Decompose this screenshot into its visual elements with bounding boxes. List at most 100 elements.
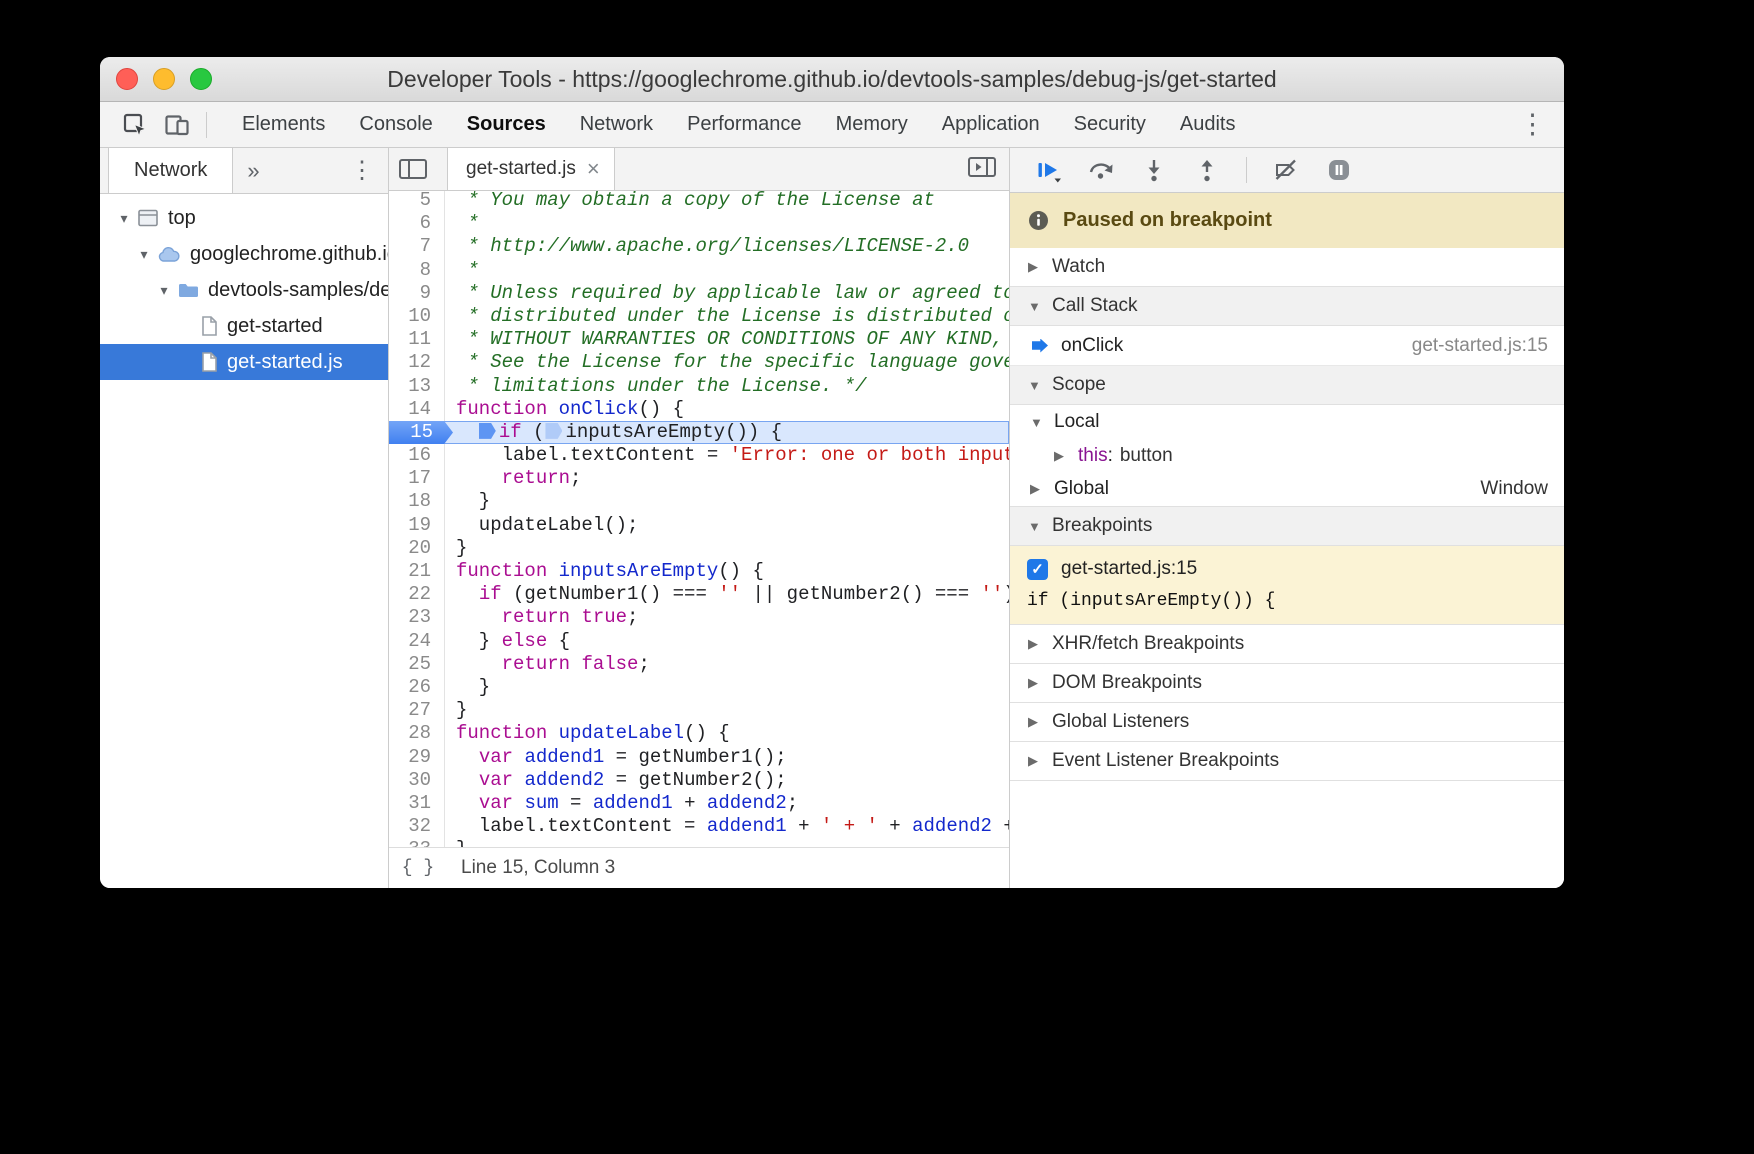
line-number-7[interactable]: 7 — [389, 235, 444, 258]
toggle-navigator-icon[interactable] — [389, 148, 437, 190]
line-number-14[interactable]: 14 — [389, 398, 444, 421]
code-line-7[interactable]: 7 * http://www.apache.org/licenses/LICEN… — [389, 235, 1009, 258]
line-number-31[interactable]: 31 — [389, 792, 444, 815]
breakpoint-entry[interactable]: ✓ get-started.js:15 if (inputsAreEmpty()… — [1010, 546, 1564, 625]
deactivate-breakpoints-icon[interactable] — [1272, 156, 1300, 184]
chevron-right-icon[interactable]: ▶ — [1028, 753, 1052, 769]
chevron-down-icon[interactable]: ▼ — [1030, 415, 1054, 430]
line-number-15[interactable]: 15 — [389, 421, 453, 444]
line-number-27[interactable]: 27 — [389, 699, 444, 722]
chevron-right-icon[interactable]: ▶ — [1054, 448, 1078, 464]
minimize-window-button[interactable] — [153, 68, 175, 90]
resume-script-icon[interactable] — [1034, 156, 1062, 184]
chevron-down-icon[interactable]: ▾ — [134, 246, 154, 263]
code-line-28[interactable]: 28function updateLabel() { — [389, 722, 1009, 745]
code-line-29[interactable]: 29 var addend1 = getNumber1(); — [389, 746, 1009, 769]
close-icon[interactable]: × — [587, 156, 600, 182]
inspect-element-icon[interactable] — [114, 106, 156, 144]
chevron-down-icon[interactable]: ▼ — [1028, 378, 1052, 393]
chevron-right-icon[interactable]: ▶ — [1030, 481, 1054, 497]
code-line-25[interactable]: 25 return false; — [389, 653, 1009, 676]
line-number-11[interactable]: 11 — [389, 328, 444, 351]
code-line-23[interactable]: 23 return true; — [389, 606, 1009, 629]
code-line-14[interactable]: 14function onClick() { — [389, 398, 1009, 421]
code-line-26[interactable]: 26 } — [389, 676, 1009, 699]
code-line-20[interactable]: 20} — [389, 537, 1009, 560]
panel-tab-security[interactable]: Security — [1057, 102, 1163, 147]
scope-global-group[interactable]: ▶ Global Window — [1010, 472, 1564, 506]
chevron-down-icon[interactable]: ▾ — [114, 210, 134, 227]
inline-breakpoint-marker[interactable] — [545, 423, 562, 439]
tree-item-get-started[interactable]: get-started — [100, 308, 388, 344]
line-number-8[interactable]: 8 — [389, 259, 444, 282]
line-number-30[interactable]: 30 — [389, 769, 444, 792]
code-line-8[interactable]: 8 * — [389, 259, 1009, 282]
line-number-26[interactable]: 26 — [389, 676, 444, 699]
line-number-18[interactable]: 18 — [389, 490, 444, 513]
pause-on-exceptions-icon[interactable] — [1325, 156, 1353, 184]
code-line-21[interactable]: 21function inputsAreEmpty() { — [389, 560, 1009, 583]
tree-item-top[interactable]: ▾ top — [100, 200, 388, 236]
line-number-28[interactable]: 28 — [389, 722, 444, 745]
chevron-right-icon[interactable]: ▶ — [1028, 675, 1052, 691]
breakpoint-code-snippet[interactable]: if (inputsAreEmpty()) { — [1010, 587, 1564, 615]
chevron-right-icon[interactable]: ▶ — [1028, 636, 1052, 652]
zoom-window-button[interactable] — [190, 68, 212, 90]
line-number-32[interactable]: 32 — [389, 815, 444, 838]
chevron-down-icon[interactable]: ▾ — [154, 282, 174, 299]
window-titlebar[interactable]: Developer Tools - https://googlechrome.g… — [100, 57, 1564, 102]
section-event-listener-breakpoints[interactable]: ▶ Event Listener Breakpoints — [1010, 742, 1564, 781]
tree-item-get-started-js[interactable]: get-started.js — [100, 344, 388, 380]
code-line-10[interactable]: 10 * distributed under the License is di… — [389, 305, 1009, 328]
line-number-21[interactable]: 21 — [389, 560, 444, 583]
line-number-33[interactable]: 33 — [389, 838, 444, 847]
section-watch[interactable]: ▶ Watch — [1010, 248, 1564, 287]
code-line-15[interactable]: 15 if (inputsAreEmpty()) { — [389, 421, 1009, 444]
chevron-down-icon[interactable]: ▼ — [1028, 299, 1052, 314]
panel-tab-network[interactable]: Network — [563, 102, 670, 147]
panel-tab-application[interactable]: Application — [925, 102, 1057, 147]
line-number-29[interactable]: 29 — [389, 746, 444, 769]
panel-tab-performance[interactable]: Performance — [670, 102, 819, 147]
pretty-print-icon[interactable]: { } — [389, 848, 447, 888]
code-line-22[interactable]: 22 if (getNumber1() === '' || getNumber2… — [389, 583, 1009, 606]
line-number-23[interactable]: 23 — [389, 606, 444, 629]
editor-tab-get-started-js[interactable]: get-started.js × — [447, 148, 615, 190]
chevron-right-icon[interactable]: ▶ — [1028, 259, 1052, 275]
scope-local-group[interactable]: ▼ Local — [1010, 405, 1564, 439]
section-call-stack[interactable]: ▼ Call Stack — [1010, 287, 1564, 326]
section-scope[interactable]: ▼ Scope — [1010, 366, 1564, 405]
line-number-24[interactable]: 24 — [389, 630, 444, 653]
section-xhr-breakpoints[interactable]: ▶ XHR/fetch Breakpoints — [1010, 625, 1564, 664]
navigator-menu-icon[interactable]: ⋮ — [340, 156, 388, 185]
tree-item-folder[interactable]: ▾ devtools-samples/debug-js — [100, 272, 388, 308]
section-global-listeners[interactable]: ▶ Global Listeners — [1010, 703, 1564, 742]
code-line-12[interactable]: 12 * See the License for the specific la… — [389, 351, 1009, 374]
chevron-right-icon[interactable]: ▶ — [1028, 714, 1052, 730]
scope-this-property[interactable]: ▶ this: button — [1010, 439, 1564, 472]
call-stack-frame[interactable]: onClick get-started.js:15 — [1010, 326, 1564, 366]
navigator-tab-network[interactable]: Network — [108, 148, 233, 193]
line-number-6[interactable]: 6 — [389, 212, 444, 235]
panel-tab-audits[interactable]: Audits — [1163, 102, 1253, 147]
code-line-5[interactable]: 5 * You may obtain a copy of the License… — [389, 191, 1009, 212]
code-line-24[interactable]: 24 } else { — [389, 630, 1009, 653]
line-number-5[interactable]: 5 — [389, 191, 444, 212]
code-line-13[interactable]: 13 * limitations under the License. */ — [389, 375, 1009, 398]
device-toolbar-icon[interactable] — [156, 106, 198, 144]
line-number-13[interactable]: 13 — [389, 375, 444, 398]
step-over-icon[interactable] — [1087, 156, 1115, 184]
breakpoint-location[interactable]: get-started.js:15 — [1061, 558, 1197, 580]
code-line-19[interactable]: 19 updateLabel(); — [389, 514, 1009, 537]
line-number-22[interactable]: 22 — [389, 583, 444, 606]
code-line-33[interactable]: 33} — [389, 838, 1009, 847]
chevron-down-icon[interactable]: ▼ — [1028, 519, 1052, 534]
line-number-12[interactable]: 12 — [389, 351, 444, 374]
panel-tab-sources[interactable]: Sources — [450, 102, 563, 147]
code-editor[interactable]: 5 * You may obtain a copy of the License… — [389, 191, 1009, 847]
section-breakpoints[interactable]: ▼ Breakpoints — [1010, 506, 1564, 546]
section-dom-breakpoints[interactable]: ▶ DOM Breakpoints — [1010, 664, 1564, 703]
line-number-10[interactable]: 10 — [389, 305, 444, 328]
line-number-20[interactable]: 20 — [389, 537, 444, 560]
code-line-27[interactable]: 27} — [389, 699, 1009, 722]
